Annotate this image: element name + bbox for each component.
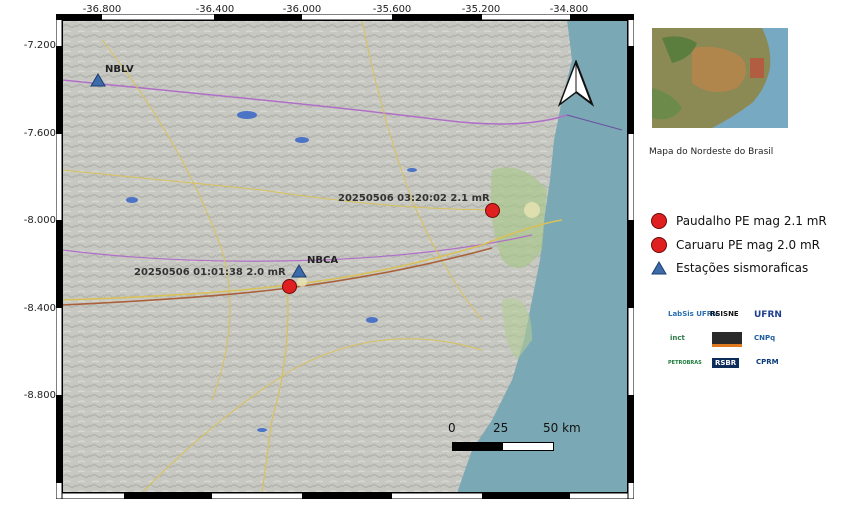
station-label: NBLV — [105, 64, 134, 75]
station-triangle-icon[interactable] — [90, 73, 106, 87]
legend-item-paudalho: Paudalho PE mag 2.1 mR — [650, 212, 827, 230]
red-circle-icon — [650, 236, 668, 254]
legend-label: Paudalho PE mag 2.1 mR — [676, 214, 827, 228]
event-marker[interactable] — [282, 279, 297, 294]
rsbr-logo: RSBR — [712, 358, 740, 368]
inset-caption: Mapa do Nordeste do Brasil — [649, 147, 774, 157]
scalebar-tick-0: 0 — [448, 421, 456, 435]
scale-bar — [452, 442, 554, 451]
north-arrow-icon — [557, 60, 595, 107]
y-tick-label: -7.600 — [23, 128, 56, 139]
event-label: 20250506 03:20:02 2.1 mR — [338, 193, 490, 204]
cnpq-logo: CNPq — [754, 334, 776, 342]
inset-map[interactable] — [652, 28, 788, 128]
red-circle-icon — [650, 212, 668, 230]
event-marker[interactable] — [485, 203, 500, 218]
inct-logo: inct — [670, 334, 685, 342]
y-tick-label: -8.800 — [23, 390, 56, 401]
scalebar-tick-50: 50 km — [543, 421, 581, 435]
blue-triangle-icon — [650, 259, 668, 277]
cprm-logo: CPRM — [756, 358, 779, 366]
ufrn-logo: UFRN — [754, 310, 782, 320]
agency-emblem — [712, 332, 742, 347]
legend-item-stations: Estações sismoraficas — [650, 259, 808, 277]
y-tick-label: -8.400 — [23, 303, 56, 314]
partner-logos: LabSis UFRN RSISNE UFRN inct CNPq PETROB… — [668, 308, 792, 376]
legend-label: Caruaru PE mag 2.0 mR — [676, 238, 821, 252]
legend-label: Estações sismoraficas — [676, 261, 809, 275]
y-tick-label: -8.000 — [23, 215, 56, 226]
station-label: NBCA — [307, 255, 339, 266]
petrobras-logo: PETROBRAS — [668, 360, 702, 366]
legend-item-caruaru: Caruaru PE mag 2.0 mR — [650, 236, 820, 254]
event-label: 20250506 01:01:38 2.0 mR — [134, 267, 286, 278]
scalebar-tick-25: 25 — [493, 421, 509, 435]
rsisne-logo: RSISNE — [710, 310, 739, 318]
station-triangle-icon[interactable] — [291, 264, 307, 278]
y-tick-label: -7.200 — [23, 40, 56, 51]
